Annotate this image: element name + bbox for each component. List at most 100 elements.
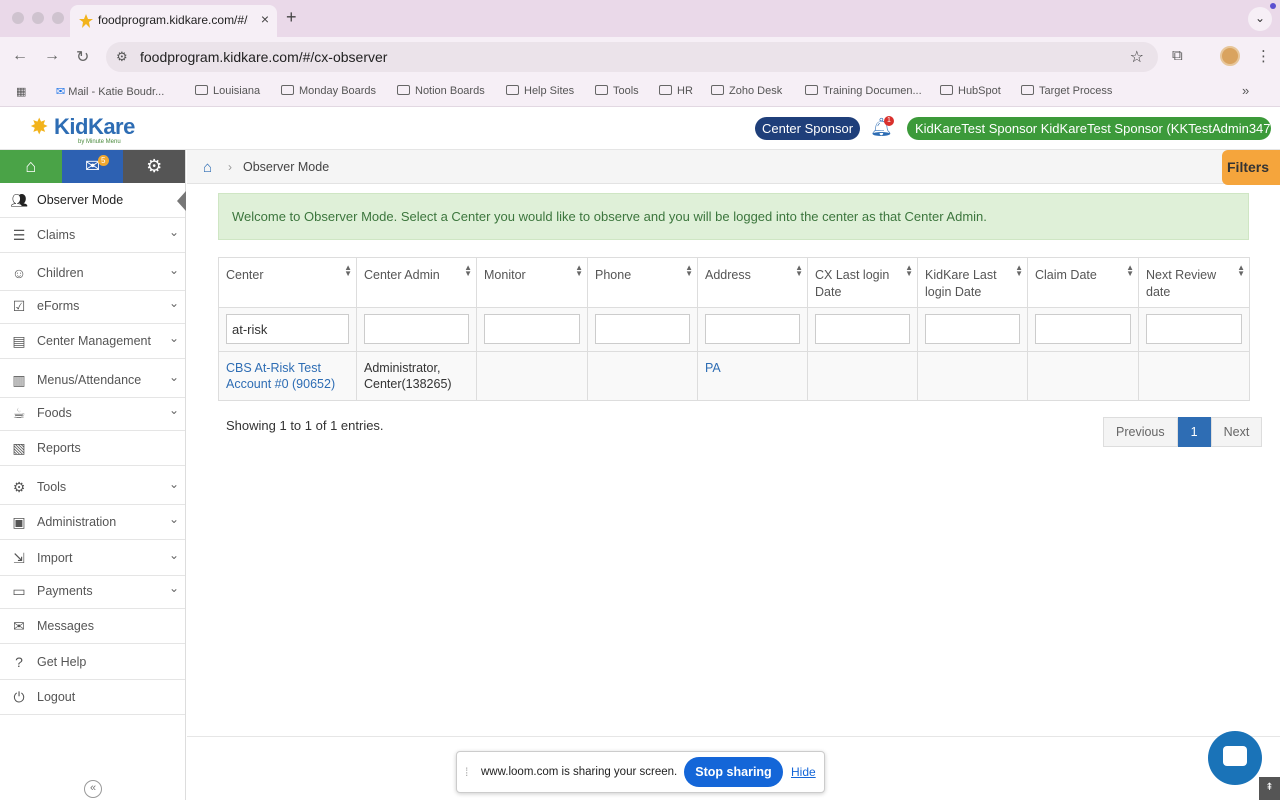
site-settings-icon[interactable]: ⚙: [116, 49, 128, 65]
kidkare-logo[interactable]: ✸ KidKare by Minute Menu: [30, 112, 145, 148]
sidebar-item-foods[interactable]: ☕︎ Foods ⌄: [0, 396, 185, 431]
bookmark-hubspot[interactable]: HubSpot: [940, 85, 1001, 97]
window-close-button[interactable]: [12, 12, 24, 24]
sidebar-item-label: Payments: [37, 584, 93, 598]
column-header-cx-last-login[interactable]: CX Last login Date ▲ ▼: [807, 257, 918, 308]
extensions-icon[interactable]: ⧉: [1172, 47, 1183, 64]
report-icon: ▧: [12, 440, 26, 456]
sidebar-item-children[interactable]: ☺ Children ⌄: [0, 256, 185, 291]
sidebar-item-logout[interactable]: ⏻ Logout: [0, 680, 185, 715]
column-header-phone[interactable]: Phone ▲ ▼: [587, 257, 698, 308]
back-arrow-icon[interactable]: ←: [12, 47, 28, 65]
sort-icon: ▲ ▼: [575, 263, 583, 278]
column-header-monitor[interactable]: Monitor ▲ ▼: [476, 257, 588, 308]
folder-icon: [397, 85, 410, 95]
center-filter-input[interactable]: [226, 314, 349, 344]
column-header-next-review-date[interactable]: Next Review date ▲ ▼: [1138, 257, 1250, 308]
monitor-filter-input[interactable]: [484, 314, 580, 344]
bookmark-notion-boards[interactable]: Notion Boards: [397, 85, 485, 97]
claims-icon: ☰: [12, 227, 26, 243]
address-link[interactable]: PA: [705, 361, 721, 375]
screen-sharing-bar: ⁞ www.loom.com is sharing your screen. S…: [456, 751, 825, 793]
forward-arrow-icon[interactable]: →: [44, 47, 60, 65]
bookmark-mail[interactable]: ✉ Mail - Katie Boudr...: [56, 85, 164, 98]
sidebar-item-center-management[interactable]: ▤ Center Management ⌄: [0, 324, 185, 359]
cell-address: PA: [697, 351, 808, 401]
next-review-filter-input[interactable]: [1146, 314, 1242, 344]
column-header-center[interactable]: Center ▲ ▼: [218, 257, 357, 308]
bookmark-help-sites[interactable]: Help Sites: [506, 85, 574, 97]
sidebar-item-get-help[interactable]: ? Get Help: [0, 645, 185, 680]
home-icon[interactable]: ⌂: [203, 159, 212, 176]
address-filter-input[interactable]: [705, 314, 800, 344]
sidebar-item-claims[interactable]: ☰ Claims ⌄: [0, 218, 185, 253]
chevron-down-icon: ⌄: [168, 296, 179, 310]
column-header-center-admin[interactable]: Center Admin ▲ ▼: [356, 257, 477, 308]
bookmark-monday-boards[interactable]: Monday Boards: [281, 85, 376, 97]
bookmark-louisiana[interactable]: Louisiana: [195, 85, 260, 97]
center-admin-filter-input[interactable]: [364, 314, 469, 344]
page-1-button[interactable]: 1: [1177, 417, 1211, 447]
cx-last-login-filter-input[interactable]: [815, 314, 910, 344]
sidebar-item-payments[interactable]: ▭ Payments ⌄: [0, 574, 185, 609]
collapse-sidebar-button[interactable]: «: [84, 780, 102, 798]
filters-button[interactable]: Filters ⌄: [1222, 150, 1280, 210]
tab-close-icon[interactable]: ×: [261, 11, 269, 27]
tab-search-button[interactable]: ⌄: [1248, 7, 1272, 31]
sidebar-item-observer-mode[interactable]: 👥︎ Observer Mode: [0, 183, 186, 218]
bookmark-hr[interactable]: HR: [659, 85, 693, 97]
column-header-kidkare-last-login[interactable]: KidKare Last login Date ▲ ▼: [917, 257, 1028, 308]
mail-button[interactable]: ✉ 5: [61, 150, 124, 183]
settings-button[interactable]: ⚙: [123, 150, 186, 183]
claim-date-filter-input[interactable]: [1035, 314, 1131, 344]
role-button[interactable]: Center Sponsor: [755, 117, 860, 140]
logo-subtitle: by Minute Menu: [78, 139, 121, 145]
user-account-dropdown[interactable]: KidKareTest Sponsor KidKareTest Sponsor …: [907, 117, 1280, 140]
folder-icon: [940, 85, 953, 95]
sidebar-item-label: eForms: [37, 299, 80, 313]
chat-widget-button[interactable]: [1208, 731, 1262, 785]
scroll-to-top-button[interactable]: ⇞: [1259, 777, 1280, 800]
kidkare-last-login-filter-input[interactable]: [925, 314, 1020, 344]
update-indicator: [1270, 3, 1276, 9]
browser-tab[interactable]: foodprogram.kidkare.com/#/c ×: [70, 5, 277, 37]
address-bar[interactable]: ⚙ foodprogram.kidkare.com/#/cx-observer …: [106, 42, 1158, 72]
chevron-down-icon: ⌄: [168, 225, 179, 239]
mail-icon: ✉: [56, 86, 69, 98]
column-header-claim-date[interactable]: Claim Date ▲ ▼: [1027, 257, 1139, 308]
browser-menu-icon[interactable]: ⋮: [1256, 47, 1271, 65]
profile-avatar[interactable]: [1220, 46, 1240, 66]
sidebar-item-label: Messages: [37, 619, 94, 633]
previous-page-button[interactable]: Previous: [1103, 417, 1178, 447]
hide-sharing-bar-link[interactable]: Hide: [791, 765, 816, 779]
bookmark-target-process[interactable]: Target Process: [1021, 85, 1112, 97]
folder-icon: [281, 85, 294, 95]
bookmark-training-documents[interactable]: Training Documen...: [805, 85, 922, 97]
column-label: Address: [705, 268, 751, 282]
sidebar-item-administration[interactable]: ▣ Administration ⌄: [0, 505, 185, 540]
next-page-button[interactable]: Next: [1210, 417, 1263, 447]
window-zoom-button[interactable]: [52, 12, 64, 24]
bookmark-tools[interactable]: Tools: [595, 85, 639, 97]
center-link[interactable]: CBS At-Risk Test Account #0 (90652): [226, 361, 335, 391]
reload-icon[interactable]: ↻: [76, 47, 89, 67]
new-tab-button[interactable]: +: [286, 7, 297, 28]
column-header-address[interactable]: Address ▲ ▼: [697, 257, 808, 308]
bookmark-star-icon[interactable]: ☆: [1130, 47, 1144, 67]
sidebar-item-label: Claims: [37, 228, 76, 242]
bookmarks-overflow-icon[interactable]: »: [1242, 83, 1249, 98]
sidebar-item-eforms[interactable]: ☑ eForms ⌄: [0, 289, 185, 324]
sidebar-item-menus-attendance[interactable]: ▥ Menus/Attendance ⌄: [0, 363, 185, 398]
home-button[interactable]: ⌂: [0, 150, 62, 183]
sidebar-item-reports[interactable]: ▧ Reports: [0, 431, 185, 466]
folder-icon: [1021, 85, 1034, 95]
window-minimize-button[interactable]: [32, 12, 44, 24]
apps-grid-icon[interactable]: ▦: [16, 85, 26, 98]
stop-sharing-button[interactable]: Stop sharing: [684, 757, 783, 787]
drag-handle-icon[interactable]: ⁞: [465, 765, 468, 779]
sidebar-item-tools[interactable]: ⚙ Tools ⌄: [0, 470, 185, 505]
phone-filter-input[interactable]: [595, 314, 690, 344]
sidebar-item-messages[interactable]: ✉ Messages: [0, 609, 185, 644]
bookmark-zoho-desk[interactable]: Zoho Desk: [711, 85, 782, 97]
sidebar-item-import[interactable]: ⇲ Import ⌄: [0, 541, 185, 576]
